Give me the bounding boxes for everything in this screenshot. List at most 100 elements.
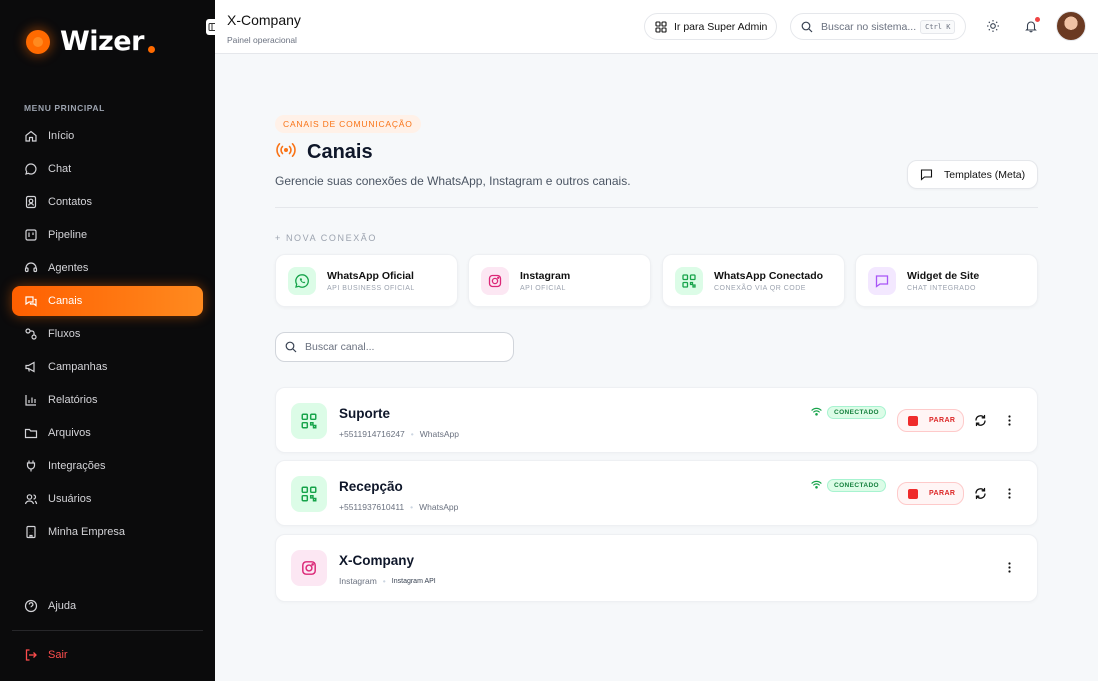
channel-type: WhatsApp — [419, 502, 459, 512]
broadcast-icon — [275, 142, 297, 163]
status-badge: CONECTADO — [827, 405, 887, 419]
logout-button[interactable]: Sair — [12, 640, 203, 670]
megaphone-icon — [24, 360, 38, 374]
meta-separator: • — [410, 502, 414, 512]
notification-dot — [1035, 17, 1040, 22]
page-title-row: Canais — [275, 141, 373, 164]
refresh-icon[interactable] — [974, 487, 987, 500]
super-admin-label: Ir para Super Admin — [674, 20, 768, 33]
more-vertical-icon[interactable] — [1003, 414, 1016, 427]
connection-type-subtitle: API OFICIAL — [520, 284, 566, 292]
instagram-icon — [291, 550, 327, 586]
more-vertical-icon[interactable] — [1003, 487, 1016, 500]
bot-icon — [24, 261, 38, 275]
sidebar-item-fluxos[interactable]: Fluxos — [12, 319, 203, 349]
message-square-icon — [920, 168, 933, 181]
meta-separator: • — [382, 576, 386, 586]
connection-type-title: Widget de Site — [907, 269, 980, 282]
channel-meta: +5511914716247 • WhatsApp — [339, 429, 459, 439]
sidebar-item-canais[interactable]: Canais — [12, 286, 203, 316]
connection-type-subtitle: API BUSINESS OFICIAL — [327, 284, 415, 292]
menu-label: MENU PRINCIPAL — [24, 103, 105, 113]
channel-row[interactable]: X-Company Instagram • Instagram API — [275, 534, 1038, 602]
sidebar-item-label: Minha Empresa — [48, 526, 126, 538]
sidebar-item-chat[interactable]: Chat — [12, 154, 203, 184]
sidebar-item-usuarios[interactable]: Usuários — [12, 484, 203, 514]
wifi-icon — [811, 476, 822, 494]
logo-text: Wizer — [60, 26, 144, 57]
sidebar-item-pipeline[interactable]: Pipeline — [12, 220, 203, 250]
sidebar-item-inicio[interactable]: Início — [12, 121, 203, 151]
grid-icon — [655, 20, 667, 33]
channel-phone: +5511914716247 — [339, 429, 405, 439]
flows-icon — [24, 327, 38, 341]
page-title: Canais — [307, 141, 373, 163]
plug-icon — [24, 459, 38, 473]
qrcode-icon — [291, 476, 327, 512]
avatar[interactable] — [1056, 11, 1086, 41]
top-header: X-Company Painel operacional Ir para Sup… — [215, 0, 1098, 54]
company-name: X-Company — [227, 12, 301, 28]
sidebar: Wizer MENU PRINCIPAL Início Chat Contato… — [0, 0, 220, 681]
connection-type-title: WhatsApp Conectado — [714, 269, 824, 282]
company-subtitle: Painel operacional — [227, 35, 297, 45]
stop-channel-button[interactable]: PARAR — [897, 482, 964, 505]
wifi-icon — [811, 403, 822, 421]
sidebar-item-label: Relatórios — [48, 394, 98, 406]
channel-type: Instagram API — [391, 577, 436, 585]
kanban-icon — [24, 228, 38, 242]
channel-name: Suporte — [339, 406, 391, 421]
channel-search-input[interactable]: Buscar canal... — [275, 332, 514, 362]
search-icon — [285, 341, 297, 353]
home-icon — [24, 129, 38, 143]
stop-icon — [908, 488, 918, 499]
new-instagram-card[interactable]: Instagram API OFICIAL — [468, 254, 651, 307]
channel-type: WhatsApp — [419, 429, 459, 439]
super-admin-button[interactable]: Ir para Super Admin — [644, 13, 777, 40]
sidebar-item-integracoes[interactable]: Integrações — [12, 451, 203, 481]
refresh-icon[interactable] — [974, 414, 987, 427]
channel-meta: Instagram • Instagram API — [339, 576, 436, 586]
sidebar-item-label: Agentes — [48, 262, 89, 274]
sidebar-item-label: Integrações — [48, 460, 106, 472]
logout-label: Sair — [48, 649, 68, 661]
channel-phone: Instagram — [339, 576, 377, 586]
channel-search-placeholder: Buscar canal... — [305, 341, 375, 353]
logout-icon — [24, 648, 38, 662]
meta-separator: • — [410, 429, 414, 439]
status-badge: CONECTADO — [827, 478, 887, 492]
theme-toggle-icon[interactable] — [986, 19, 1000, 33]
channel-phone: +5511937610411 — [339, 502, 405, 512]
more-vertical-icon[interactable] — [1003, 561, 1016, 574]
global-search-placeholder: Buscar no sistema... — [821, 20, 917, 33]
connection-type-title: WhatsApp Oficial — [327, 269, 414, 282]
sidebar-item-contatos[interactable]: Contatos — [12, 187, 203, 217]
sidebar-item-label: Pipeline — [48, 229, 88, 241]
stop-channel-button[interactable]: PARAR — [897, 409, 964, 432]
channel-row[interactable]: Recepção +5511937610411 • WhatsApp CONEC… — [275, 460, 1038, 526]
templates-label: Templates (Meta) — [944, 168, 1026, 181]
folder-icon — [24, 426, 38, 440]
sidebar-item-minha-empresa[interactable]: Minha Empresa — [12, 517, 203, 547]
sidebar-item-campanhas[interactable]: Campanhas — [12, 352, 203, 382]
search-icon — [801, 21, 813, 33]
new-site-widget-card[interactable]: Widget de Site CHAT INTEGRADO — [855, 254, 1038, 307]
new-connection-label: + NOVA CONEXÃO — [275, 233, 378, 243]
chat-icon — [24, 162, 38, 176]
stop-label: PARAR — [929, 490, 956, 497]
section-badge: CANAIS DE COMUNICAÇÃO — [275, 115, 421, 133]
sidebar-item-arquivos[interactable]: Arquivos — [12, 418, 203, 448]
new-whatsapp-qr-card[interactable]: WhatsApp Conectado CONEXÃO VIA QR CODE — [662, 254, 845, 307]
chart-icon — [24, 393, 38, 407]
sidebar-item-agentes[interactable]: Agentes — [12, 253, 203, 283]
sidebar-item-ajuda[interactable]: Ajuda — [12, 591, 203, 621]
logo[interactable]: Wizer — [26, 26, 155, 57]
sidebar-item-label: Fluxos — [48, 328, 81, 340]
connection-type-title: Instagram — [520, 269, 571, 282]
sidebar-item-relatorios[interactable]: Relatórios — [12, 385, 203, 415]
templates-button[interactable]: Templates (Meta) — [907, 160, 1038, 189]
new-whatsapp-official-card[interactable]: WhatsApp Oficial API BUSINESS OFICIAL — [275, 254, 458, 307]
header-divider — [275, 207, 1038, 208]
channel-row[interactable]: Suporte +5511914716247 • WhatsApp CONECT… — [275, 387, 1038, 453]
global-search-input[interactable]: Buscar no sistema... Ctrl K — [790, 13, 966, 40]
